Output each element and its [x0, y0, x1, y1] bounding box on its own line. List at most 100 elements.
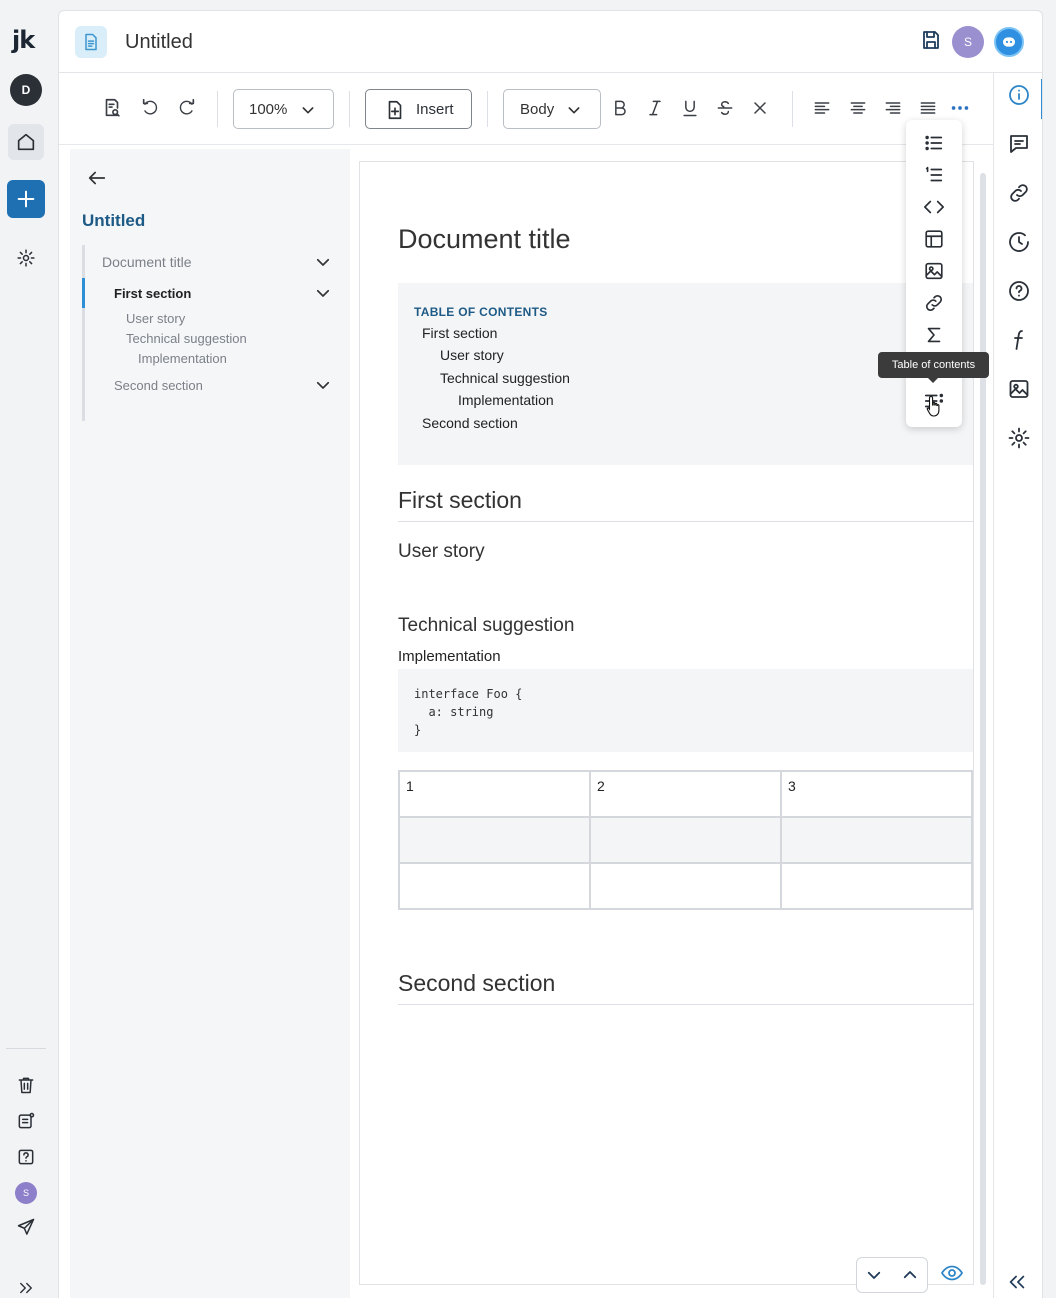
table-cell[interactable]: 2 [589, 770, 782, 818]
table-cell[interactable] [589, 816, 782, 864]
table-cell[interactable]: 1 [398, 770, 591, 818]
collaborator-avatar[interactable]: S [952, 26, 984, 58]
table-cell[interactable] [589, 862, 782, 910]
redo-button[interactable] [173, 95, 199, 121]
more-options-button[interactable] [947, 95, 973, 121]
outline-item-first-section[interactable]: First section [114, 286, 191, 301]
insert-document-icon [388, 100, 402, 120]
app-logo[interactable]: jk [12, 26, 35, 54]
undo-button[interactable] [138, 95, 164, 121]
toc-item[interactable]: Technical suggestion [440, 370, 570, 386]
document-table[interactable]: 1 2 3 [398, 770, 973, 910]
document-page[interactable]: Document title TABLE OF CONTENTS First s… [359, 161, 974, 1285]
toc-item[interactable]: User story [440, 347, 504, 363]
insert-button[interactable]: Insert [365, 89, 472, 129]
text-style-select[interactable]: Body [503, 89, 601, 129]
document-heading[interactable]: Document title [398, 224, 571, 255]
redo-icon [179, 98, 195, 115]
align-left-button[interactable] [809, 95, 835, 121]
expand-rail-button[interactable] [8, 1270, 44, 1298]
eye-icon [941, 1265, 963, 1281]
underline-icon [683, 100, 697, 117]
document-title[interactable]: Untitled [125, 31, 193, 54]
zoom-select[interactable]: 100% [233, 89, 334, 129]
trash-button[interactable] [8, 1067, 44, 1103]
menu-formula[interactable] [921, 322, 947, 348]
outline-toggle[interactable] [314, 376, 332, 394]
clear-formatting-button[interactable] [747, 95, 773, 121]
heading-implementation[interactable]: Implementation [398, 648, 501, 665]
chevron-up-icon [903, 1271, 917, 1279]
menu-link[interactable] [921, 290, 947, 316]
toc-item[interactable]: First section [422, 325, 497, 341]
outline-item-user-story[interactable]: User story [126, 311, 185, 326]
table-cell[interactable] [398, 862, 591, 910]
table-cell[interactable] [780, 862, 973, 910]
app-rail: jk D S [0, 0, 52, 1298]
underline-button[interactable] [677, 95, 703, 121]
heading-user-story[interactable]: User story [398, 541, 485, 563]
comments-button[interactable] [1007, 132, 1031, 156]
menu-bulleted-list[interactable] [921, 130, 947, 156]
collapse-panel-button[interactable] [1006, 1271, 1028, 1293]
outline-toggle[interactable] [314, 253, 332, 271]
home-button[interactable] [8, 124, 44, 160]
user-avatar[interactable]: S [15, 1182, 37, 1204]
menu-numbered-list[interactable] [921, 162, 947, 188]
save-button[interactable] [919, 28, 943, 52]
outline-item-second-section[interactable]: Second section [114, 378, 203, 393]
menu-image[interactable] [921, 258, 947, 284]
workspace-avatar[interactable]: D [10, 74, 42, 106]
find-document-icon [105, 98, 120, 117]
align-center-button[interactable] [845, 95, 871, 121]
links-button[interactable] [1007, 181, 1031, 205]
next-heading-button[interactable] [865, 1266, 883, 1284]
justify-button[interactable] [915, 95, 941, 121]
toc-item[interactable]: Implementation [458, 392, 554, 408]
history-button[interactable] [1007, 230, 1031, 254]
toolbar-divider [349, 91, 350, 127]
media-button[interactable] [1007, 377, 1031, 401]
settings-button[interactable] [8, 240, 44, 276]
active-indicator [1041, 79, 1042, 119]
help-icon [18, 1149, 34, 1165]
scrollbar[interactable] [980, 173, 986, 1285]
italic-button[interactable] [642, 95, 668, 121]
strikethrough-icon [717, 101, 733, 115]
outline-item-document-title[interactable]: Document title [102, 254, 191, 270]
arrow-left-icon [88, 171, 106, 185]
previous-heading-button[interactable] [901, 1266, 919, 1284]
code-block[interactable]: interface Foo { a: string } [398, 669, 973, 752]
strikethrough-button[interactable] [712, 95, 738, 121]
back-button[interactable] [86, 167, 108, 189]
info-panel-button[interactable] [1007, 83, 1031, 107]
whats-new-button[interactable] [8, 1103, 44, 1139]
outline-toggle[interactable] [314, 284, 332, 302]
document-settings-button[interactable] [1007, 426, 1031, 450]
find-replace-button[interactable] [99, 95, 125, 121]
heading-second-section[interactable]: Second section [398, 970, 973, 1005]
sigma-icon [927, 327, 941, 343]
heading-technical-suggestion[interactable]: Technical suggestion [398, 615, 574, 637]
table-cell[interactable]: 3 [780, 770, 973, 818]
code-icon [924, 200, 944, 214]
toc-item[interactable]: Second section [422, 415, 518, 431]
outline-item-implementation[interactable]: Implementation [138, 351, 227, 366]
undo-icon [142, 98, 158, 115]
add-button[interactable] [7, 180, 45, 218]
help-button[interactable] [8, 1139, 44, 1175]
menu-table[interactable] [921, 226, 947, 252]
menu-code-block[interactable] [921, 194, 947, 220]
outline-item-technical-suggestion[interactable]: Technical suggestion [126, 331, 247, 346]
help-panel-button[interactable] [1007, 279, 1031, 303]
assistant-avatar[interactable] [994, 27, 1024, 57]
preview-button[interactable] [940, 1261, 964, 1285]
bold-button[interactable] [607, 95, 633, 121]
functions-button[interactable] [1007, 328, 1031, 352]
more-horizontal-icon [951, 106, 969, 110]
feedback-button[interactable] [8, 1209, 44, 1245]
heading-first-section[interactable]: First section [398, 487, 973, 522]
table-cell[interactable] [780, 816, 973, 864]
align-right-button[interactable] [880, 95, 906, 121]
table-cell[interactable] [398, 816, 591, 864]
